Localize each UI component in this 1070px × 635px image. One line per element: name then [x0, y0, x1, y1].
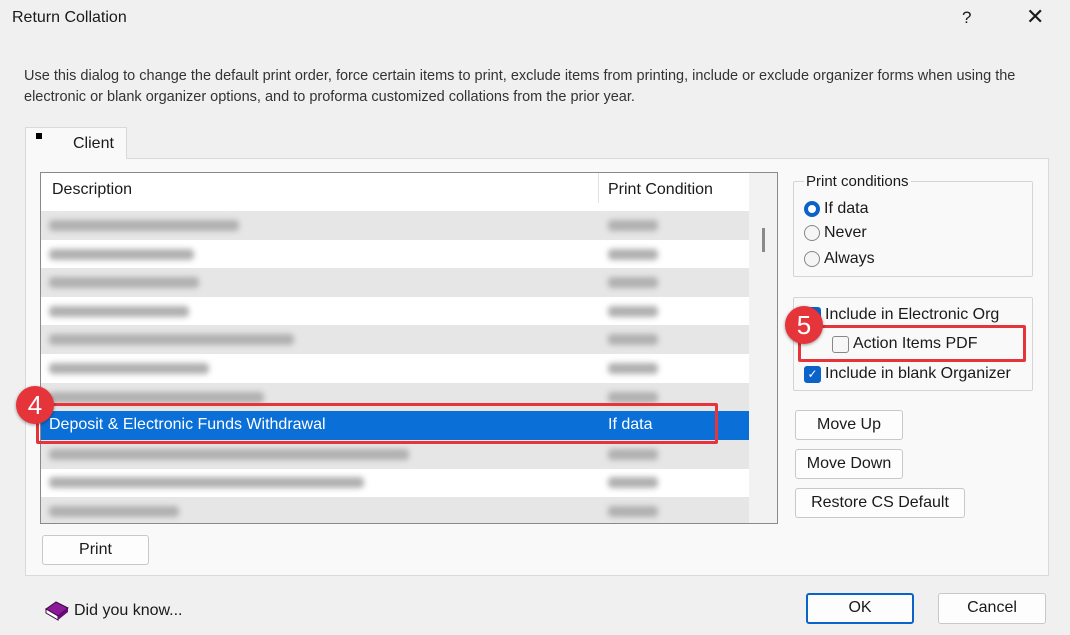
blurred-description [49, 477, 364, 489]
tab-client[interactable]: Client [25, 127, 127, 159]
blurred-condition [608, 477, 658, 489]
column-header-description[interactable]: Description [52, 181, 132, 199]
blurred-description [49, 220, 239, 231]
blurred-description [49, 363, 209, 374]
table-row[interactable] [41, 268, 749, 298]
table-row[interactable] [41, 354, 749, 383]
table-row[interactable] [41, 468, 749, 497]
blurred-description [49, 391, 264, 403]
include-blank-checkbox[interactable]: ✓ Include in blank Organizer [804, 365, 1011, 383]
blurred-condition [608, 391, 658, 403]
print-conditions-group: Print conditions If data Never Always [793, 173, 1033, 277]
radio-icon [804, 201, 820, 217]
table-row[interactable] [41, 240, 749, 269]
radio-icon [804, 251, 820, 267]
blurred-condition [608, 220, 658, 231]
blurred-condition [608, 277, 658, 289]
book-icon [45, 601, 69, 621]
blurred-condition [608, 506, 658, 517]
blurred-description [49, 248, 194, 260]
table-row[interactable] [41, 439, 749, 469]
blurred-condition [608, 305, 658, 317]
tab-label: Client [73, 135, 114, 152]
table-row[interactable] [41, 497, 749, 523]
help-button[interactable]: ? [962, 8, 971, 28]
blurred-condition [608, 363, 658, 374]
print-button[interactable]: Print [42, 535, 149, 565]
window-title: Return Collation [12, 9, 127, 26]
checkbox-checked-icon: ✓ [804, 365, 821, 383]
blurred-condition [608, 448, 658, 460]
table-row[interactable] [41, 297, 749, 326]
radio-label: Always [824, 250, 875, 267]
column-header-print-condition[interactable]: Print Condition [608, 181, 713, 199]
blurred-condition [608, 334, 658, 346]
annotation-badge-5: 5 [785, 306, 823, 344]
annotation-badge-4: 4 [16, 386, 54, 424]
blurred-condition [608, 248, 658, 260]
restore-default-button[interactable]: Restore CS Default [795, 488, 965, 518]
did-you-know-link[interactable]: Did you know... [44, 600, 183, 622]
radio-if-data[interactable]: If data [804, 200, 868, 218]
did-you-know-label: Did you know... [74, 602, 183, 619]
annotation-highlight-5 [798, 325, 1026, 362]
radio-never[interactable]: Never [804, 224, 867, 242]
group-label: Print conditions [804, 173, 911, 190]
scrollbar-thumb[interactable] [762, 228, 765, 252]
tab-marker-icon [36, 133, 42, 139]
blurred-description [49, 334, 294, 346]
annotation-highlight-4 [36, 403, 718, 444]
blurred-description [49, 506, 179, 517]
ok-button[interactable]: OK [806, 593, 914, 624]
dialog-description: Use this dialog to change the default pr… [24, 68, 1016, 105]
collation-list[interactable]: Description Print Condition Deposit & El… [40, 172, 778, 524]
move-down-button[interactable]: Move Down [795, 449, 903, 479]
list-scrollbar[interactable] [749, 173, 777, 523]
include-electronic-checkbox[interactable]: ✓Include in Electronic Org [804, 306, 999, 324]
table-row[interactable] [41, 211, 749, 240]
move-up-button[interactable]: Move Up [795, 410, 903, 440]
checkbox-label: Include in Electronic Org [825, 306, 1000, 323]
radio-always[interactable]: Always [804, 250, 875, 268]
blurred-description [49, 448, 409, 460]
radio-icon [804, 225, 820, 241]
radio-label: Never [824, 224, 867, 241]
blurred-description [49, 305, 189, 317]
cancel-button[interactable]: Cancel [938, 593, 1046, 624]
radio-label: If data [824, 200, 869, 217]
table-row[interactable] [41, 325, 749, 355]
close-button[interactable]: ✕ [1026, 4, 1044, 30]
column-divider[interactable] [598, 173, 599, 203]
blurred-description [49, 277, 199, 289]
checkbox-label: Include in blank Organizer [825, 365, 1011, 382]
